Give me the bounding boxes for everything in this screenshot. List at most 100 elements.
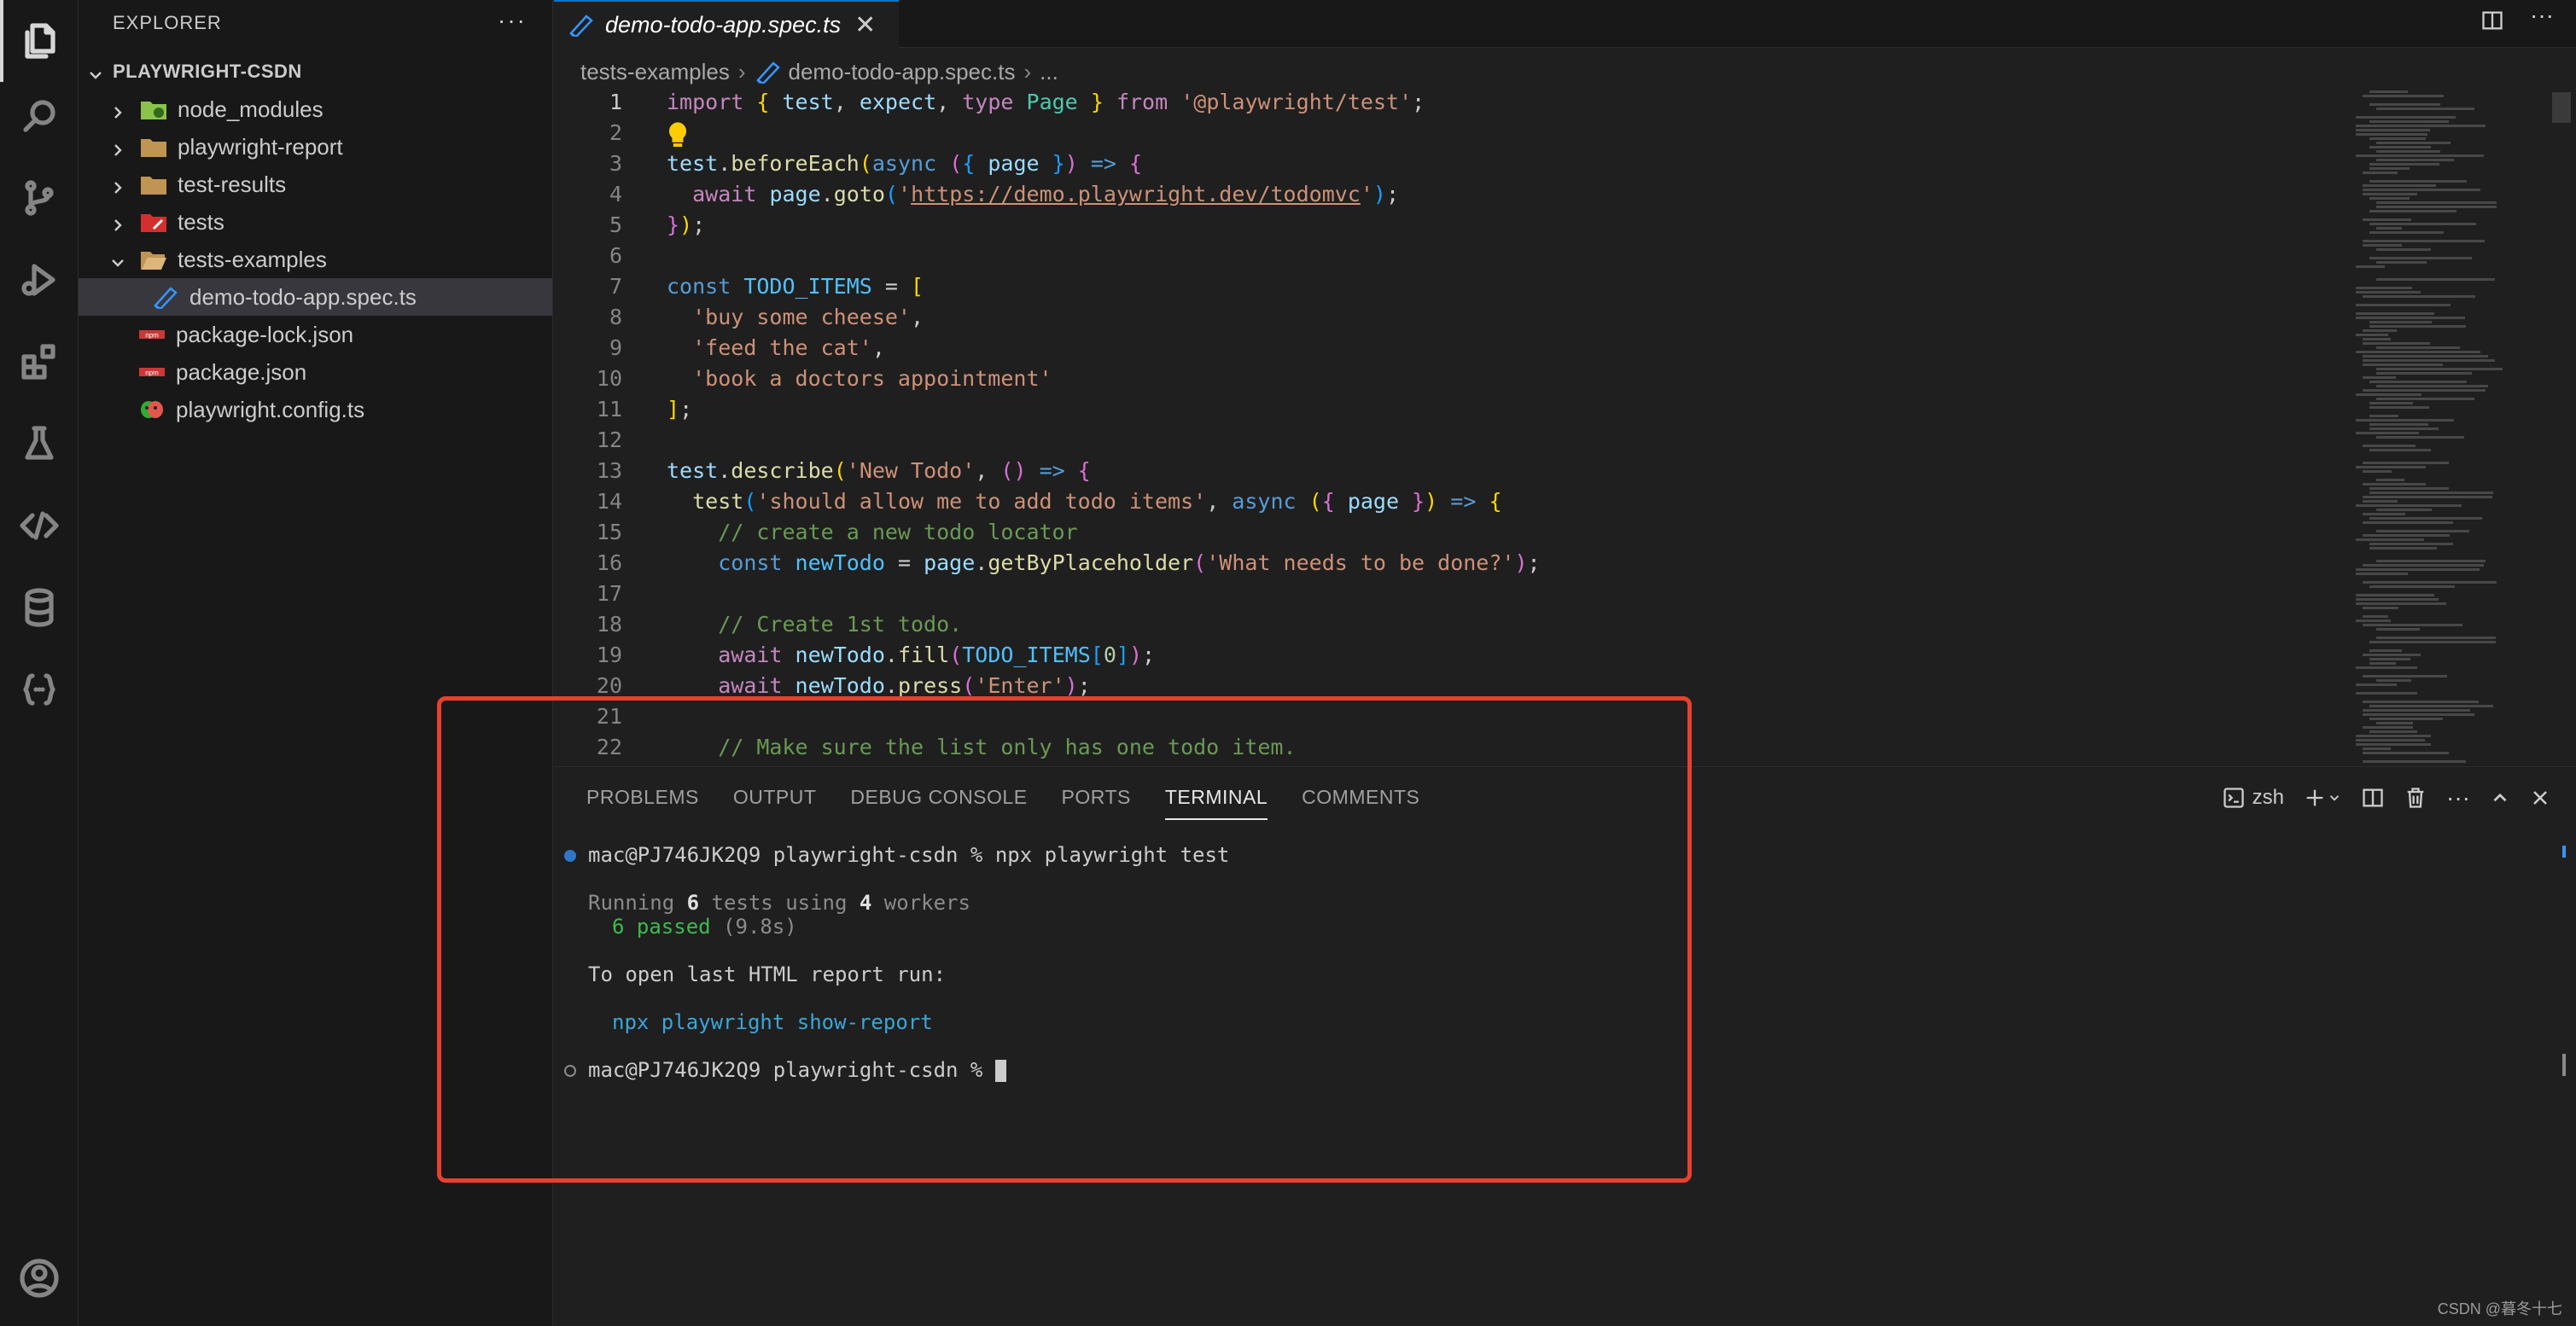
- line-number: 11: [596, 397, 622, 422]
- npm-icon: npm: [138, 323, 166, 346]
- line-number: 6: [609, 243, 622, 268]
- minimap-line: [2356, 129, 2430, 131]
- scrollbar-thumb[interactable]: [2562, 1054, 2566, 1076]
- terminal-prompt: mac@PJ746JK2Q9 playwright-csdn %: [588, 1058, 995, 1082]
- code-line: 8 'buy some cheese',: [554, 302, 2346, 333]
- database-icon[interactable]: [0, 567, 79, 648]
- tab-problems[interactable]: PROBLEMS: [586, 786, 699, 820]
- plus-icon: [2306, 789, 2323, 806]
- project-root[interactable]: PLAYWRIGHT-CSDN: [79, 53, 552, 90]
- code-line: 4 await page.goto('https://demo.playwrig…: [554, 179, 2346, 210]
- search-icon[interactable]: [0, 75, 79, 157]
- minimap-line: [2356, 287, 2412, 289]
- minimap-line: [2369, 257, 2472, 259]
- line-number: 4: [609, 182, 622, 206]
- minimap-line: [2363, 193, 2417, 195]
- minimap-line: [2356, 304, 2451, 306]
- breadcrumb-file[interactable]: demo-todo-app.spec.ts: [789, 59, 1016, 85]
- terminal-shell-selector[interactable]: zsh: [2222, 786, 2284, 810]
- tree-item-demo-todo-app-spec[interactable]: demo-todo-app.spec.ts: [79, 278, 552, 316]
- folder-icon: [140, 135, 167, 159]
- explorer-title: EXPLORER: [113, 12, 222, 33]
- minimap-line: [2363, 654, 2421, 656]
- run-debug-icon[interactable]: [0, 239, 79, 321]
- workers-suffix: workers: [871, 891, 970, 915]
- new-terminal-button[interactable]: [2303, 786, 2342, 810]
- split-editor-icon[interactable]: [2480, 9, 2504, 38]
- minimap-line: [2363, 244, 2402, 247]
- minimap-line: [2376, 159, 2454, 161]
- tree-item-test-results[interactable]: test-results: [79, 166, 552, 203]
- more-actions-icon[interactable]: ···: [2446, 784, 2470, 811]
- npm-icon: npm: [138, 360, 166, 384]
- tree-item-package-lock[interactable]: npm package-lock.json: [79, 316, 552, 353]
- minimap-line: [2363, 760, 2466, 763]
- code-editor[interactable]: 1 import { test, expect, type Page } from…: [554, 87, 2576, 766]
- minimap-line: [2363, 184, 2436, 187]
- minimap-line: [2363, 615, 2388, 618]
- minimap-line: [2363, 295, 2475, 298]
- code-line: 20 await newTodo.press('Enter');: [554, 671, 2346, 701]
- minimap-line: [2369, 167, 2410, 170]
- minimap-line: [2369, 321, 2432, 323]
- minimap-line: [2356, 317, 2465, 319]
- tab-comments[interactable]: COMMENTS: [1302, 786, 1419, 820]
- minimap-line: [2376, 385, 2488, 387]
- explorer-icon[interactable]: [0, 0, 79, 82]
- editor-tab-bar: demo-todo-app.spec.ts ✕ ···: [554, 0, 2576, 48]
- terminal-report-command[interactable]: npx playwright show-report: [612, 1008, 933, 1037]
- minimap-line: [2369, 718, 2443, 720]
- minimap-line: [2356, 504, 2462, 507]
- tree-item-tests[interactable]: tests: [79, 203, 552, 241]
- tree-item-label: demo-todo-app.spec.ts: [189, 283, 417, 310]
- maximize-panel-button[interactable]: [2489, 787, 2511, 809]
- code-line: 15 // create a new todo locator: [554, 517, 2346, 548]
- remote-icon[interactable]: [0, 485, 79, 567]
- chevron-down-icon: [2329, 795, 2340, 801]
- breadcrumb-more[interactable]: ...: [1040, 59, 1058, 85]
- minimap-slider[interactable]: [2552, 92, 2571, 123]
- close-icon[interactable]: ✕: [854, 10, 876, 40]
- project-title: PLAYWRIGHT-CSDN: [113, 61, 302, 82]
- tab-terminal[interactable]: TERMINAL: [1164, 786, 1268, 820]
- tree-item-node-modules[interactable]: node_modules: [79, 90, 552, 128]
- split-terminal-button[interactable]: [2361, 786, 2385, 810]
- code-line: 6: [554, 241, 2346, 271]
- tab-output[interactable]: OUTPUT: [733, 786, 817, 820]
- tree-item-playwright-config[interactable]: playwright.config.ts: [79, 391, 552, 428]
- tree-item-package-json[interactable]: npm package.json: [79, 353, 552, 391]
- tab-debug-console[interactable]: DEBUG CONSOLE: [850, 786, 1027, 820]
- minimap-line: [2369, 146, 2431, 148]
- kill-terminal-button[interactable]: [2404, 786, 2427, 810]
- line-number: 10: [596, 366, 622, 391]
- bottom-panel: PROBLEMS OUTPUT DEBUG CONSOLE PORTS TERM…: [554, 766, 2576, 1326]
- line-number: 22: [596, 735, 622, 759]
- tab-ports[interactable]: PORTS: [1062, 786, 1131, 820]
- extensions-icon[interactable]: [0, 321, 79, 403]
- more-actions-icon[interactable]: ···: [2530, 2, 2554, 29]
- source-control-icon[interactable]: [0, 157, 79, 239]
- minimap-line: [2369, 325, 2466, 328]
- minimap-line: [2376, 142, 2451, 144]
- code-line: 2: [554, 118, 2346, 148]
- account-icon[interactable]: [0, 1237, 79, 1319]
- tree-item-playwright-report[interactable]: playwright-report: [79, 128, 552, 166]
- minimap-line: [2356, 619, 2391, 622]
- explorer-more-button[interactable]: ···: [498, 7, 527, 34]
- minimap[interactable]: [2352, 87, 2540, 766]
- json-icon[interactable]: [0, 648, 79, 730]
- command-success-dot[interactable]: [564, 850, 576, 862]
- testing-icon[interactable]: [0, 403, 79, 485]
- tree-item-tests-examples[interactable]: tests-examples: [79, 241, 552, 278]
- command-pending-dot[interactable]: [564, 1065, 576, 1077]
- minimap-line: [2369, 120, 2449, 123]
- close-panel-button[interactable]: [2530, 788, 2550, 808]
- close-icon: [2533, 791, 2547, 805]
- watermark: CSDN @暮冬十七: [2437, 1300, 2562, 1317]
- breadcrumb-folder[interactable]: tests-examples: [580, 59, 730, 85]
- minimap-line: [2363, 513, 2405, 515]
- minimap-line: [2376, 628, 2420, 631]
- minimap-line: [2356, 291, 2421, 294]
- code-line: 5});: [554, 210, 2346, 241]
- tab-demo-todo-app-spec[interactable]: demo-todo-app.spec.ts ✕: [554, 0, 899, 48]
